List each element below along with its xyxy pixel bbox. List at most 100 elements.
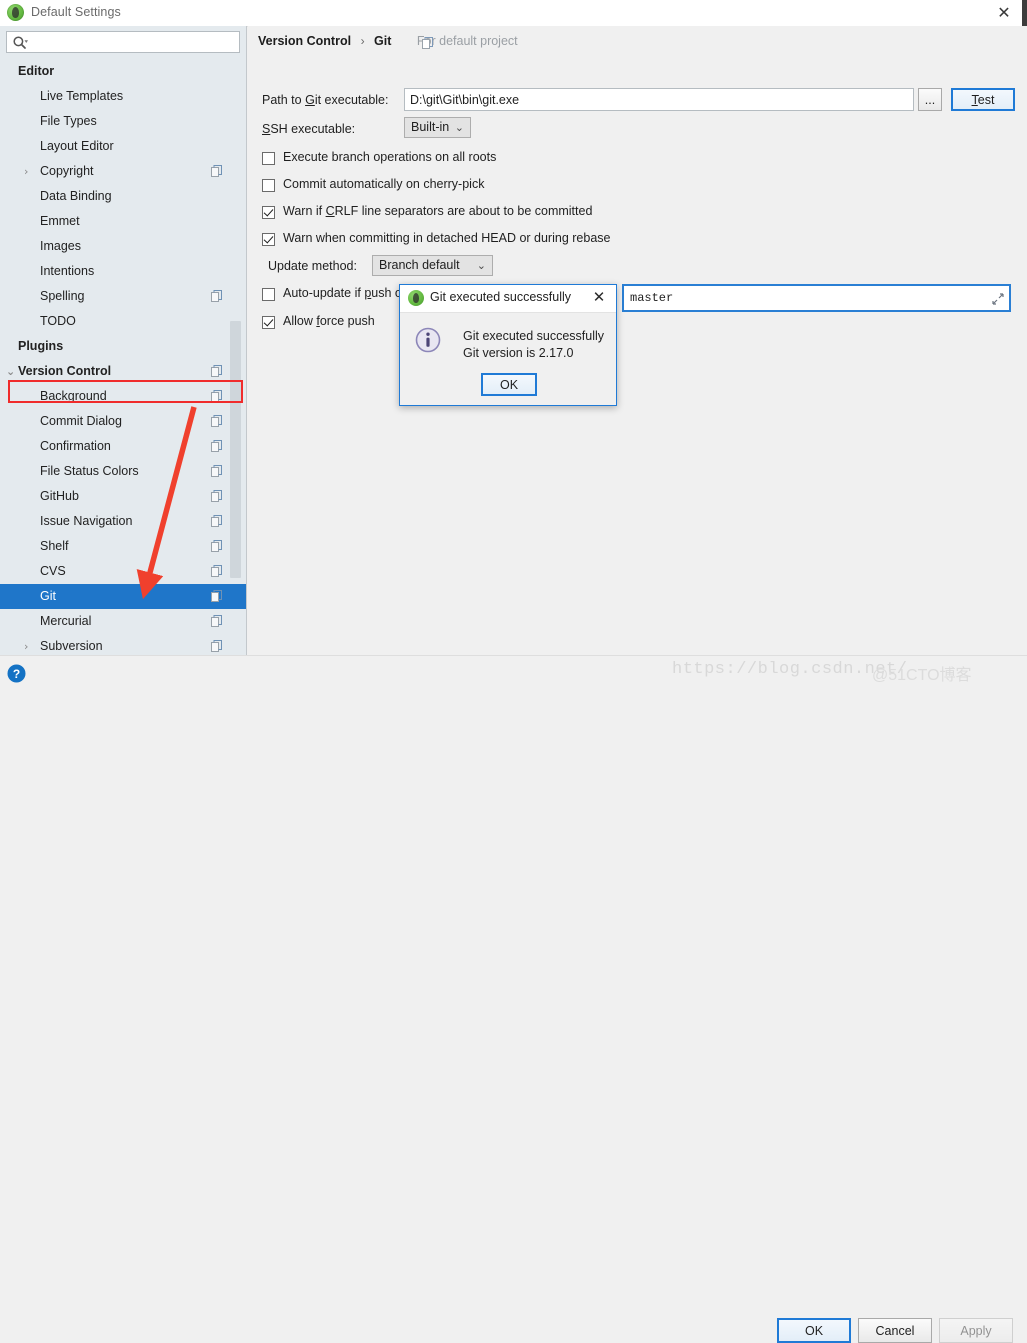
search-box[interactable] bbox=[6, 31, 240, 54]
sidebar-item-images[interactable]: Images bbox=[0, 234, 246, 259]
sidebar-scrollbar-thumb[interactable] bbox=[230, 321, 241, 578]
sidebar-item-label: Background bbox=[40, 389, 107, 403]
checkbox-label: Allow force push bbox=[283, 314, 375, 328]
sidebar-item-cvs[interactable]: CVS bbox=[0, 559, 246, 584]
checkbox-box[interactable] bbox=[262, 179, 275, 192]
sidebar-item-file-status-colors[interactable]: File Status Colors bbox=[0, 459, 246, 484]
checkbox-label: Execute branch operations on all roots bbox=[283, 150, 496, 164]
sidebar-item-spelling[interactable]: Spelling bbox=[0, 284, 246, 309]
test-button[interactable]: Test bbox=[951, 88, 1015, 111]
checkbox-label-post: RLF line separators are about to be comm… bbox=[334, 204, 593, 218]
checkbox-box[interactable] bbox=[262, 233, 275, 246]
sidebar-item-todo[interactable]: TODO bbox=[0, 309, 246, 334]
dialog-message-line1: Git executed successfully bbox=[463, 329, 605, 343]
sidebar-item-git[interactable]: Git bbox=[0, 584, 246, 609]
help-icon[interactable]: ? bbox=[7, 664, 26, 683]
sidebar-item-data-binding[interactable]: Data Binding bbox=[0, 184, 246, 209]
git-path-input[interactable] bbox=[404, 88, 914, 111]
sidebar-item-label: File Types bbox=[40, 114, 97, 128]
android-studio-icon bbox=[408, 290, 424, 306]
sidebar-item-intentions[interactable]: Intentions bbox=[0, 259, 246, 284]
settings-tree[interactable]: Editor Live Templates File Types Layout Edi… bbox=[0, 59, 246, 655]
browse-button[interactable]: ... bbox=[918, 88, 942, 111]
chevron-icon[interactable]: › bbox=[24, 634, 34, 655]
copy-settings-icon[interactable] bbox=[211, 615, 222, 627]
expand-editor-icon[interactable] bbox=[992, 293, 1004, 305]
sidebar-item-label: Plugins bbox=[18, 339, 64, 353]
copy-settings-icon[interactable] bbox=[211, 465, 222, 477]
ssh-executable-value: Built-in bbox=[411, 120, 450, 134]
sidebar-item-commit-dialog[interactable]: Commit Dialog bbox=[0, 409, 246, 434]
sidebar-item-label: File Status Colors bbox=[40, 464, 139, 478]
protected-branches-field[interactable]: master bbox=[622, 284, 1011, 312]
sidebar-item-editor[interactable]: Editor bbox=[0, 59, 246, 84]
dialog-title-bar: Git executed successfully ✕ bbox=[400, 285, 616, 313]
dialog-footer: ? OK Cancel Apply bbox=[0, 655, 1027, 1343]
sidebar-item-subversion[interactable]: › Subversion bbox=[0, 634, 246, 655]
chevron-icon[interactable]: ⌄ bbox=[6, 359, 16, 384]
settings-sidebar: Editor Live Templates File Types Layout Edi… bbox=[0, 26, 247, 655]
ok-button[interactable]: OK bbox=[777, 1318, 851, 1343]
apply-button[interactable]: Apply bbox=[939, 1318, 1013, 1343]
sidebar-item-layout-editor[interactable]: Layout Editor bbox=[0, 134, 246, 159]
breadcrumb-separator: › bbox=[360, 34, 365, 48]
checkbox-box[interactable] bbox=[262, 152, 275, 165]
checkbox-box[interactable] bbox=[262, 206, 275, 219]
checkbox-box[interactable] bbox=[262, 288, 275, 301]
search-input[interactable] bbox=[33, 32, 239, 54]
copy-settings-icon[interactable] bbox=[211, 440, 222, 452]
sidebar-item-label: TODO bbox=[40, 314, 76, 328]
sidebar-item-copyright[interactable]: › Copyright bbox=[0, 159, 246, 184]
copy-settings-icon[interactable] bbox=[211, 415, 222, 427]
update-method-select[interactable]: Branch default ⌄ bbox=[372, 255, 493, 276]
test-label-post: est bbox=[977, 92, 995, 107]
dialog-ok-button[interactable]: OK bbox=[481, 373, 537, 396]
sidebar-item-live-templates[interactable]: Live Templates bbox=[0, 84, 246, 109]
sidebar-item-file-types[interactable]: File Types bbox=[0, 109, 246, 134]
android-studio-icon bbox=[7, 4, 24, 21]
checkbox-label: Warn when committing in detached HEAD or… bbox=[283, 231, 610, 245]
sidebar-item-label: Emmet bbox=[40, 214, 80, 228]
copy-settings-icon[interactable] bbox=[211, 640, 222, 652]
auto-update-label-pre: Auto-update if bbox=[283, 286, 365, 300]
copy-settings-icon[interactable] bbox=[211, 515, 222, 527]
sidebar-item-shelf[interactable]: Shelf bbox=[0, 534, 246, 559]
chevron-down-icon: ⌄ bbox=[476, 259, 486, 272]
sidebar-item-github[interactable]: GitHub bbox=[0, 484, 246, 509]
sidebar-item-label: Issue Navigation bbox=[40, 514, 133, 528]
copy-settings-icon[interactable] bbox=[211, 165, 222, 177]
copy-settings-icon[interactable] bbox=[211, 365, 222, 377]
sidebar-item-label: Subversion bbox=[40, 639, 103, 653]
sidebar-item-label: Layout Editor bbox=[40, 139, 114, 153]
copy-settings-icon[interactable] bbox=[211, 490, 222, 502]
sidebar-item-emmet[interactable]: Emmet bbox=[0, 209, 246, 234]
close-icon[interactable]: ✕ bbox=[590, 288, 608, 306]
sidebar-item-plugins[interactable]: Plugins bbox=[0, 334, 246, 359]
ssh-executable-select[interactable]: Built-in ⌄ bbox=[404, 117, 471, 138]
sidebar-item-label: Commit Dialog bbox=[40, 414, 122, 428]
breadcrumb-root[interactable]: Version Control bbox=[258, 34, 351, 48]
chevron-icon[interactable]: › bbox=[24, 159, 34, 184]
copy-settings-icon[interactable] bbox=[211, 290, 222, 302]
copy-settings-icon[interactable] bbox=[211, 565, 222, 577]
sidebar-item-mercurial[interactable]: Mercurial bbox=[0, 609, 246, 634]
update-method-value: Branch default bbox=[379, 258, 460, 272]
close-icon[interactable]: ✕ bbox=[993, 3, 1015, 23]
checkbox-box[interactable] bbox=[262, 316, 275, 329]
sidebar-item-label: Version Control bbox=[18, 364, 112, 378]
ssh-label-post: SH executable: bbox=[270, 122, 356, 136]
checkbox-label: Commit automatically on cherry-pick bbox=[283, 177, 484, 191]
git-path-label-mnemonic: G bbox=[305, 93, 315, 107]
sidebar-item-confirmation[interactable]: Confirmation bbox=[0, 434, 246, 459]
copy-settings-icon[interactable] bbox=[211, 540, 222, 552]
copy-settings-icon[interactable] bbox=[211, 390, 222, 402]
dialog-message-line2: Git version is 2.17.0 bbox=[463, 346, 574, 360]
sidebar-item-issue-navigation[interactable]: Issue Navigation bbox=[0, 509, 246, 534]
cancel-button[interactable]: Cancel bbox=[858, 1318, 932, 1343]
copy-scope-icon bbox=[422, 37, 433, 49]
sidebar-item-background[interactable]: Background bbox=[0, 384, 246, 409]
copy-settings-icon[interactable] bbox=[211, 590, 222, 602]
info-icon bbox=[415, 327, 441, 353]
sidebar-item-version-control[interactable]: ⌄ Version Control bbox=[0, 359, 246, 384]
sidebar-item-label: Confirmation bbox=[40, 439, 111, 453]
